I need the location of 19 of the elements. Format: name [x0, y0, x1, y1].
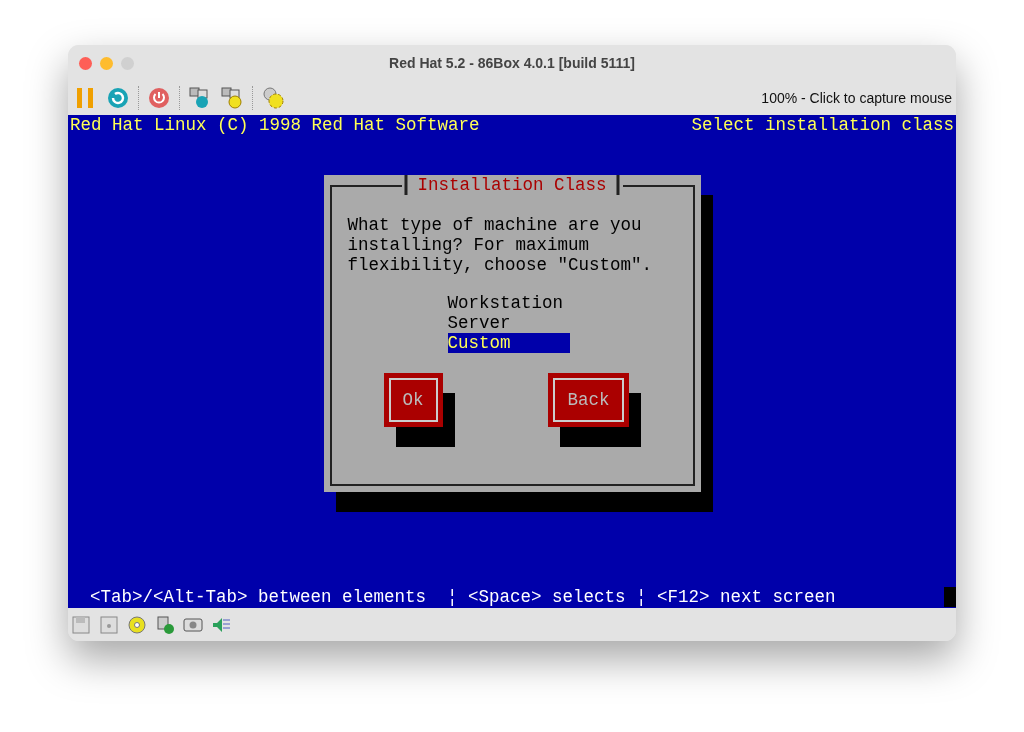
minimize-button[interactable]	[100, 56, 113, 70]
key-hint-text: <Tab>/<Alt-Tab> between elements ¦ <Space> selects ¦ <F12> next screen	[90, 587, 836, 607]
disc-icon[interactable]	[127, 614, 147, 635]
prompt-text: What type of machine are you installing? For maximum flexibility, choose "Custom".	[347, 215, 654, 275]
step-title: Select installation class	[691, 115, 954, 135]
install-class-option[interactable]: Custom	[447, 333, 570, 353]
floppy-icon[interactable]	[71, 614, 91, 635]
header-text: Red Hat Linux (C) 1998 Red Hat Software	[70, 115, 480, 135]
install-class-option[interactable]: Server	[447, 313, 570, 333]
text-cursor	[944, 587, 956, 607]
power-icon[interactable]	[147, 86, 171, 110]
floppy-icon[interactable]	[99, 614, 119, 635]
dialog-title: Installation Class	[404, 175, 620, 195]
close-button[interactable]	[79, 56, 92, 70]
capture-status-text: 100% - Click to capture mouse	[761, 90, 952, 106]
reset-icon[interactable]	[106, 86, 130, 110]
network-icon[interactable]	[155, 614, 175, 635]
window-title: Red Hat 5.2 - 86Box 4.0.1 [build 5111]	[389, 55, 635, 71]
install-class-option[interactable]: Workstation	[447, 293, 570, 313]
